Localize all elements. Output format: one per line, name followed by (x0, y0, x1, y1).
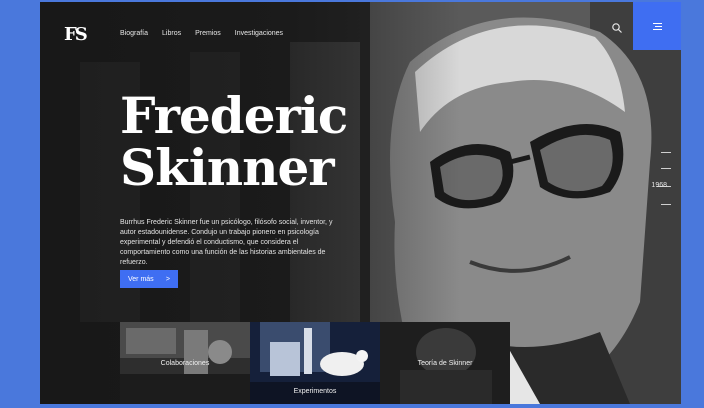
main-nav: Biografía Libros Premios Investigaciones (120, 30, 283, 37)
timeline-tick[interactable] (661, 152, 671, 153)
card-label: Colaboraciones (160, 360, 210, 367)
site-logo[interactable]: FS (64, 24, 88, 45)
timeline-tick[interactable] (661, 204, 671, 205)
nav-item-premios[interactable]: Premios (195, 30, 221, 37)
menu-button[interactable] (633, 2, 681, 50)
card-experimentos[interactable]: Experimentos (250, 322, 380, 404)
timeline: 1968 (635, 152, 681, 212)
cta-label: Ver más (128, 275, 154, 283)
hamburger-menu-icon (652, 21, 662, 32)
title-last-name: Skinner (120, 138, 335, 197)
nav-item-investigaciones[interactable]: Investigaciones (235, 30, 283, 37)
page-title: Frederic Skinner (120, 86, 348, 197)
hero-frame: FS Biografía Libros Premios Investigacio… (40, 2, 681, 404)
card-teoria-de-skinner[interactable]: Teoría de Skinner (380, 322, 510, 404)
card-label: Experimentos (293, 388, 337, 395)
hero-description: Burrhus Frederic Skinner fue un psicólog… (120, 219, 333, 266)
nav-item-libros[interactable]: Libros (162, 30, 181, 37)
ver-mas-button[interactable]: Ver más > (120, 270, 178, 288)
chevron-right-icon: > (165, 275, 170, 283)
card-row: Colaboraciones Experimentos Teoría de Sk… (120, 322, 510, 404)
title-first-name: Frederic (120, 86, 348, 145)
timeline-tick[interactable] (661, 168, 671, 169)
card-label: Teoría de Skinner (417, 360, 473, 367)
card-colaboraciones[interactable]: Colaboraciones (120, 322, 250, 404)
search-icon[interactable] (611, 22, 623, 34)
timeline-year: 1968 (651, 182, 667, 189)
nav-item-biografia[interactable]: Biografía (120, 30, 148, 37)
